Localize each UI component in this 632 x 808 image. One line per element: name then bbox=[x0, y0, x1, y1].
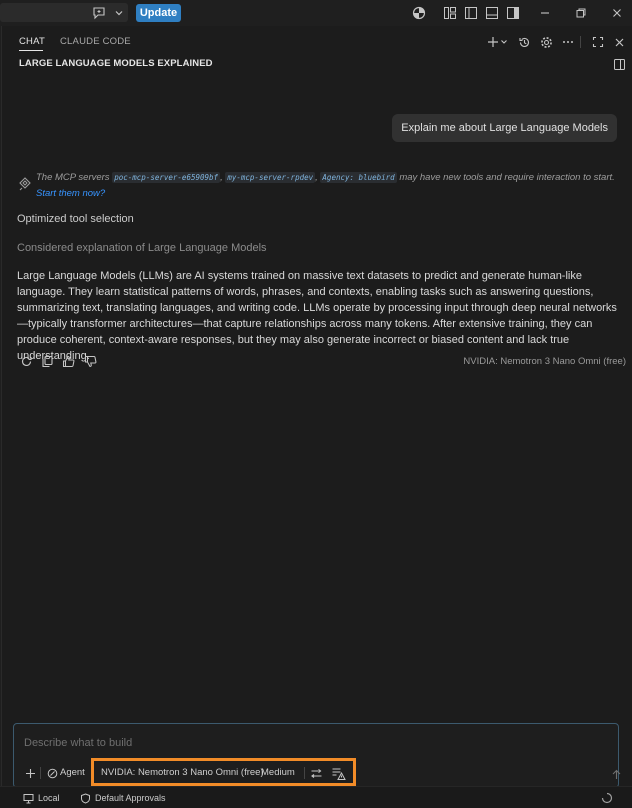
chat-input-box: Describe what to build Agent NVIDIA: Nem… bbox=[13, 723, 620, 788]
chat-panel: CHAT CLAUDE CODE LARGE LANGUAGE MODELS E… bbox=[1, 26, 632, 807]
tab-chat[interactable]: CHAT bbox=[19, 36, 45, 47]
toggle-panel-icon[interactable] bbox=[484, 5, 500, 21]
mcp-separator: , bbox=[220, 172, 223, 183]
step-optimized-tool-selection: Optimized tool selection bbox=[17, 213, 134, 225]
send-icon[interactable] bbox=[608, 766, 624, 782]
toolbar-divider bbox=[580, 36, 581, 48]
history-icon[interactable] bbox=[516, 34, 532, 50]
mcp-server-chip: Agency: bluebird bbox=[320, 172, 397, 183]
mcp-server-chip: poc-mcp-server-e65909bf bbox=[112, 172, 221, 183]
title-bar: Update bbox=[0, 0, 632, 26]
chevron-down-icon[interactable] bbox=[111, 5, 127, 21]
layout-customize-icon[interactable] bbox=[442, 5, 458, 21]
mcp-separator: , bbox=[315, 172, 318, 183]
close-window-icon[interactable] bbox=[609, 5, 625, 21]
chat-input[interactable]: Describe what to build bbox=[24, 737, 132, 749]
toggle-primary-sidebar-icon[interactable] bbox=[463, 5, 479, 21]
thumbs-up-icon[interactable] bbox=[60, 353, 76, 369]
close-icon[interactable] bbox=[611, 34, 627, 50]
maximize-icon[interactable] bbox=[590, 34, 606, 50]
step-considered: Considered explanation of Large Language… bbox=[17, 242, 267, 254]
toggle-secondary-sidebar-icon[interactable] bbox=[505, 5, 521, 21]
status-approvals[interactable]: Default Approvals bbox=[79, 792, 166, 804]
mcp-prefix: The MCP servers bbox=[36, 172, 110, 183]
tab-claude-code[interactable]: CLAUDE CODE bbox=[60, 36, 131, 47]
restore-icon[interactable] bbox=[573, 5, 589, 21]
minimize-icon[interactable] bbox=[537, 5, 553, 21]
accounts-pie-icon[interactable] bbox=[411, 5, 427, 21]
split-view-icon[interactable] bbox=[611, 56, 627, 72]
status-local[interactable]: Local bbox=[22, 792, 60, 804]
status-approvals-label: Default Approvals bbox=[95, 793, 166, 803]
status-local-label: Local bbox=[38, 793, 60, 803]
model-picker[interactable]: NVIDIA: Nemotron 3 Nano Omni (free) bbox=[101, 767, 264, 778]
copy-icon[interactable] bbox=[39, 353, 55, 369]
gear-icon[interactable] bbox=[538, 34, 554, 50]
start-servers-link[interactable]: Start them now? bbox=[36, 188, 105, 199]
mcp-icon bbox=[17, 176, 33, 192]
add-context-icon[interactable] bbox=[22, 765, 38, 781]
toolbar-divider bbox=[304, 767, 305, 779]
agent-mode-picker[interactable]: Agent bbox=[60, 767, 85, 778]
thumbs-down-icon[interactable] bbox=[82, 353, 98, 369]
chat-sparkle-icon[interactable] bbox=[91, 5, 107, 21]
chevron-down-icon[interactable] bbox=[499, 34, 509, 50]
step-considered-detail: explanation of Large Language Models bbox=[76, 242, 267, 254]
user-message-text: Explain me about Large Language Models bbox=[401, 122, 608, 134]
instructions-warning-icon[interactable] bbox=[330, 765, 346, 781]
user-message-bubble: Explain me about Large Language Models bbox=[392, 114, 617, 142]
active-tab-indicator bbox=[19, 50, 43, 51]
assistant-response: Large Language Models (LLMs) are AI syst… bbox=[17, 270, 617, 362]
more-actions-icon[interactable] bbox=[560, 34, 576, 50]
retry-icon[interactable] bbox=[18, 353, 34, 369]
session-title: LARGE LANGUAGE MODELS EXPLAINED bbox=[19, 58, 213, 69]
response-model-label: NVIDIA: Nemotron 3 Nano Omni (free) bbox=[463, 356, 626, 367]
tools-config-icon[interactable] bbox=[308, 765, 324, 781]
mcp-server-chip: my-mcp-server-rpdev bbox=[225, 172, 316, 183]
loading-spinner-icon bbox=[599, 790, 615, 806]
mcp-suffix: may have new tools and require interacti… bbox=[399, 172, 615, 183]
monitor-icon bbox=[22, 792, 34, 804]
update-button[interactable]: Update bbox=[136, 4, 181, 22]
toolbar-divider bbox=[40, 767, 41, 779]
status-bar: Local Default Approvals bbox=[0, 786, 632, 808]
command-center[interactable] bbox=[0, 3, 128, 22]
shield-icon bbox=[79, 792, 91, 804]
agent-mode-icon[interactable] bbox=[44, 765, 60, 781]
step-considered-label: Considered bbox=[17, 242, 74, 254]
mcp-notice-text: The MCP servers poc-mcp-server-e65909bf,… bbox=[36, 170, 616, 202]
reasoning-effort-picker[interactable]: Medium bbox=[261, 767, 295, 778]
